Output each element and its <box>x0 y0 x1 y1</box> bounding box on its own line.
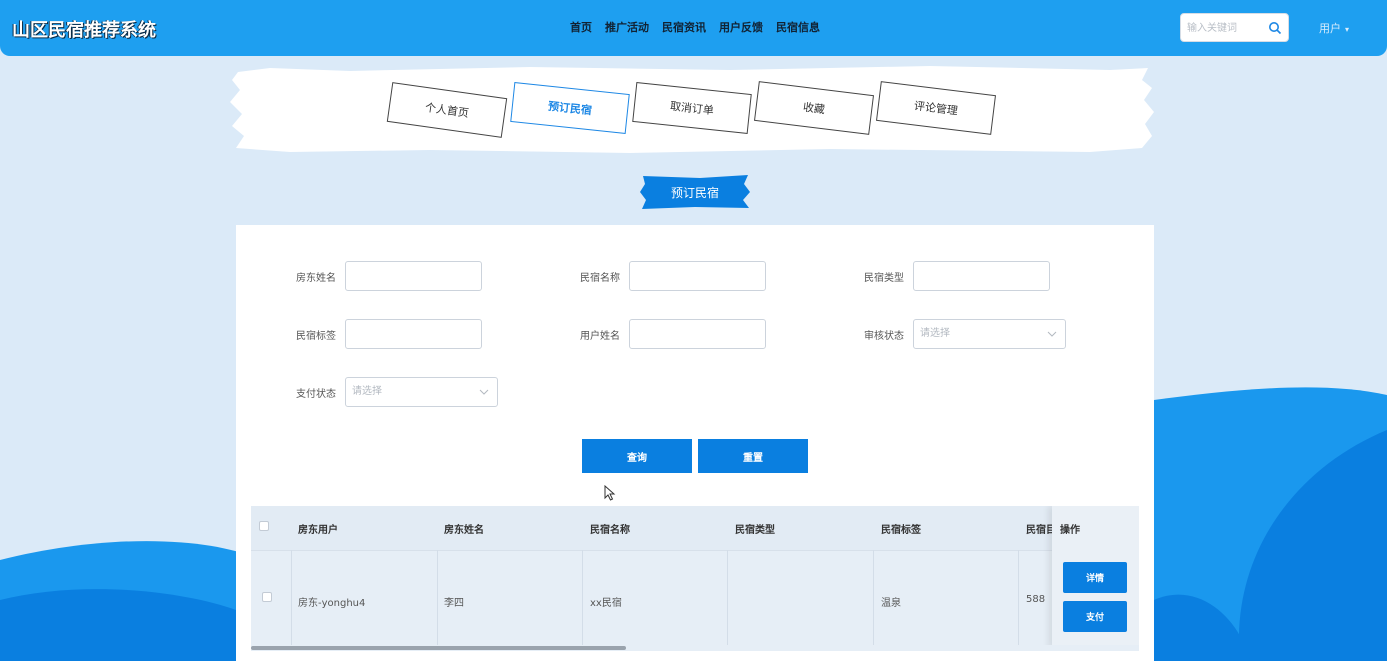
nav-item-home[interactable]: 首页 <box>570 19 592 35</box>
homestay-type-label: 民宿类型 <box>864 273 904 284</box>
chevron-down-icon <box>1047 331 1057 337</box>
column-divider <box>582 550 583 646</box>
column-divider <box>873 550 874 646</box>
column-divider <box>727 550 728 646</box>
cell-price: 588 <box>1026 594 1046 605</box>
top-header: 山区民宿推荐系统 首页 推广活动 民宿资讯 用户反馈 民宿信息 用户 ▾ <box>0 0 1387 56</box>
nav-item-news[interactable]: 民宿资讯 <box>662 19 706 35</box>
cell-landlord-user: 房东-yonghu4 <box>298 598 366 609</box>
column-divider <box>1018 550 1019 646</box>
user-name-label: 用户姓名 <box>580 331 620 342</box>
column-divider <box>437 550 438 646</box>
data-table: 房东用户 房东姓名 民宿名称 民宿类型 民宿标签 民宿目 房东-yonghu4 … <box>251 506 1139 648</box>
nav-item-feedback[interactable]: 用户反馈 <box>719 19 763 35</box>
main-nav: 首页 推广活动 民宿资讯 用户反馈 民宿信息 <box>570 19 833 35</box>
details-button[interactable]: 详情 <box>1063 562 1127 593</box>
app-logo-title[interactable]: 山区民宿推荐系统 <box>12 16 156 42</box>
column-header-homestay-type[interactable]: 民宿类型 <box>735 521 775 536</box>
search-icon[interactable] <box>1268 21 1282 35</box>
landlord-name-input[interactable] <box>345 261 482 291</box>
pay-button[interactable]: 支付 <box>1063 601 1127 632</box>
chevron-down-icon <box>479 389 489 395</box>
column-header-landlord-name[interactable]: 房东姓名 <box>444 521 484 536</box>
nav-item-promotions[interactable]: 推广活动 <box>605 19 649 35</box>
homestay-name-input[interactable] <box>629 261 766 291</box>
table-row[interactable]: 房东-yonghu4 李四 xx民宿 温泉 588 <box>251 550 1139 646</box>
review-status-label: 审核状态 <box>864 331 904 342</box>
pay-status-label: 支付状态 <box>296 389 336 400</box>
pay-status-placeholder: 请选择 <box>352 386 382 397</box>
review-status-select[interactable]: 请选择 <box>913 319 1066 349</box>
tab-strip: 个人首页 预订民宿 取消订单 收藏 评论管理 <box>230 66 1155 154</box>
section-title: 预订民宿 <box>640 174 750 210</box>
user-menu-label: 用户 <box>1319 22 1341 35</box>
main-panel: 房东姓名 民宿名称 民宿类型 民宿标签 用户姓名 审核状态 请选择 支付状态 请… <box>236 225 1154 661</box>
cell-homestay-name: xx民宿 <box>590 598 622 609</box>
table-header: 房东用户 房东姓名 民宿名称 民宿类型 民宿标签 民宿目 <box>251 506 1139 550</box>
scrollbar-thumb[interactable] <box>251 646 626 650</box>
review-status-placeholder: 请选择 <box>920 328 950 339</box>
homestay-name-label: 民宿名称 <box>580 273 620 284</box>
actions-column: 操作 详情 支付 <box>1052 506 1139 648</box>
reset-button[interactable]: 重置 <box>698 439 808 473</box>
user-name-input[interactable] <box>629 319 766 349</box>
chevron-down-icon: ▾ <box>1345 25 1350 34</box>
search-input[interactable] <box>1187 19 1267 37</box>
column-header-landlord-user[interactable]: 房东用户 <box>298 521 338 536</box>
homestay-tag-label: 民宿标签 <box>296 331 336 342</box>
nav-item-homestay-info[interactable]: 民宿信息 <box>776 19 820 35</box>
column-divider <box>291 550 292 646</box>
search-box <box>1180 13 1289 42</box>
row-checkbox[interactable] <box>262 592 272 602</box>
column-header-homestay-name[interactable]: 民宿名称 <box>590 521 630 536</box>
section-title-text: 预订民宿 <box>670 185 719 200</box>
user-menu[interactable]: 用户 ▾ <box>1319 20 1349 36</box>
homestay-tag-input[interactable] <box>345 319 482 349</box>
horizontal-scrollbar[interactable] <box>251 645 1139 651</box>
pay-status-select[interactable]: 请选择 <box>345 377 498 407</box>
column-header-actions: 操作 <box>1060 525 1080 536</box>
column-header-homestay-tag[interactable]: 民宿标签 <box>881 521 921 536</box>
cell-homestay-tag: 温泉 <box>881 598 901 609</box>
mouse-pointer-icon <box>604 485 616 501</box>
landlord-name-label: 房东姓名 <box>296 273 336 284</box>
cell-landlord-name: 李四 <box>444 598 464 609</box>
select-all-checkbox[interactable] <box>259 521 269 531</box>
homestay-type-input[interactable] <box>913 261 1050 291</box>
query-button[interactable]: 查询 <box>582 439 692 473</box>
